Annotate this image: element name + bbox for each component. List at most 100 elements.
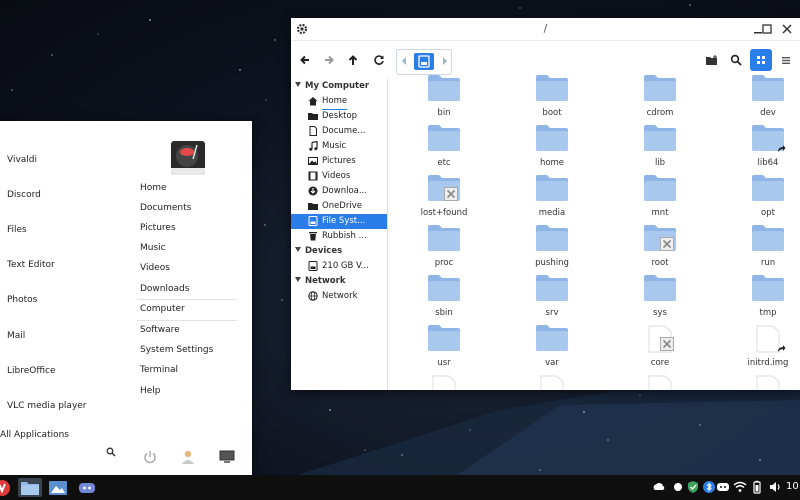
- folder-icon: [644, 275, 676, 301]
- sidebar-item-videos[interactable]: Videos: [291, 169, 387, 184]
- sidebar-item-label: Downloa...: [322, 186, 367, 196]
- system-settings[interactable]: System Settings: [140, 345, 213, 355]
- user-button[interactable]: [178, 447, 198, 467]
- app-files[interactable]: Files: [7, 225, 27, 235]
- file-item-partial[interactable]: [512, 375, 592, 390]
- file-item-partial[interactable]: [620, 375, 700, 390]
- place-documents[interactable]: Documents: [140, 203, 191, 213]
- sidebar-item-rubbish[interactable]: Rubbish ...: [291, 229, 387, 244]
- folder-icon: [752, 275, 784, 301]
- place-music[interactable]: Music: [140, 243, 166, 253]
- system-terminal[interactable]: Terminal: [140, 365, 178, 375]
- file-item-initrd-img[interactable]: initrd.img: [728, 325, 800, 375]
- discord-taskbar-button[interactable]: [77, 478, 97, 497]
- file-item-root[interactable]: root: [620, 225, 700, 275]
- sidebar-item-label: Home: [322, 94, 348, 110]
- bluetooth-icon[interactable]: [702, 480, 716, 494]
- file-item-var[interactable]: var: [512, 325, 592, 375]
- sidebar-section-network[interactable]: Network: [291, 274, 387, 289]
- file-item-partial[interactable]: [728, 375, 800, 390]
- up-button[interactable]: [343, 50, 363, 70]
- sidebar-item-desktop[interactable]: Desktop: [291, 109, 387, 124]
- app-vivaldi[interactable]: Vivaldi: [7, 155, 37, 165]
- reload-button[interactable]: [369, 50, 389, 70]
- window-titlebar[interactable]: /: [291, 18, 800, 41]
- file-item-sbin[interactable]: sbin: [404, 275, 484, 325]
- file-item-lib64[interactable]: lib64: [728, 125, 800, 175]
- search-icon[interactable]: [106, 447, 116, 460]
- file-item-opt[interactable]: opt: [728, 175, 800, 225]
- app-photos[interactable]: Photos: [7, 295, 37, 305]
- all-applications-button[interactable]: All Applications: [0, 430, 69, 440]
- app-vlc[interactable]: VLC media player: [7, 401, 87, 411]
- sidebar-item-file-system[interactable]: File Syst...: [291, 214, 387, 229]
- app-discord[interactable]: Discord: [7, 190, 41, 200]
- system-help[interactable]: Help: [140, 386, 161, 396]
- file-item-dev[interactable]: dev: [728, 75, 800, 125]
- sidebar-item-network[interactable]: Network: [291, 289, 387, 304]
- file-item-lost-found[interactable]: lost+found: [404, 175, 484, 225]
- place-pictures[interactable]: Pictures: [140, 223, 176, 233]
- sidebar-item-music[interactable]: Music: [291, 139, 387, 154]
- file-item-pushing[interactable]: pushing: [512, 225, 592, 275]
- sidebar-item-documents[interactable]: Docume...: [291, 124, 387, 139]
- discord-tray-icon[interactable]: [716, 480, 730, 494]
- vivaldi-taskbar-button[interactable]: [0, 478, 12, 497]
- battery-icon[interactable]: [750, 480, 764, 494]
- photos-taskbar-button[interactable]: [48, 478, 68, 497]
- sidebar-item-pictures[interactable]: Pictures: [291, 154, 387, 169]
- file-item-bin[interactable]: bin: [404, 75, 484, 125]
- record-tray-icon[interactable]: [671, 480, 685, 494]
- file-item-lib[interactable]: lib: [620, 125, 700, 175]
- clock[interactable]: 10: [786, 481, 799, 492]
- file-item-media[interactable]: media: [512, 175, 592, 225]
- file-item-etc[interactable]: etc: [404, 125, 484, 175]
- wifi-icon[interactable]: [733, 480, 747, 494]
- forward-button[interactable]: [319, 50, 339, 70]
- back-button[interactable]: [295, 50, 315, 70]
- app-mail[interactable]: Mail: [7, 331, 25, 341]
- file-item-boot[interactable]: boot: [512, 75, 592, 125]
- files-taskbar-button[interactable]: [18, 478, 42, 497]
- place-downloads[interactable]: Downloads: [140, 284, 189, 294]
- file-item-sys[interactable]: sys: [620, 275, 700, 325]
- no-access-icon: [444, 187, 458, 201]
- sidebar-item-label: OneDrive: [322, 201, 362, 211]
- file-item-core[interactable]: core: [620, 325, 700, 375]
- file-item-cdrom[interactable]: cdrom: [620, 75, 700, 125]
- file-item-partial[interactable]: [404, 375, 484, 390]
- volume-icon[interactable]: [768, 480, 782, 494]
- system-computer[interactable]: Computer: [140, 304, 185, 314]
- sidebar-item-onedrive[interactable]: OneDrive: [291, 199, 387, 214]
- cloud-tray-icon[interactable]: [652, 480, 666, 494]
- place-home[interactable]: Home: [140, 183, 167, 193]
- music-icon: [309, 141, 318, 151]
- sidebar-section-devices[interactable]: Devices: [291, 244, 387, 259]
- file-item-run[interactable]: run: [728, 225, 800, 275]
- sidebar-item-label: File Syst...: [322, 216, 366, 226]
- power-button[interactable]: [140, 447, 160, 467]
- file-item-proc[interactable]: proc: [404, 225, 484, 275]
- sidebar-item-home[interactable]: Home: [291, 94, 387, 110]
- sidebar-item-downloads[interactable]: Downloa...: [291, 184, 387, 199]
- sidebar-section-my-computer[interactable]: My Computer: [291, 79, 387, 94]
- file-item-tmp[interactable]: tmp: [728, 275, 800, 325]
- file-item-home[interactable]: home: [512, 125, 592, 175]
- file-item-srv[interactable]: srv: [512, 275, 592, 325]
- desktop-folder-icon: [308, 113, 318, 120]
- system-software[interactable]: Software: [140, 325, 180, 335]
- file-item-mnt[interactable]: mnt: [620, 175, 700, 225]
- file-item-label: lib64: [757, 158, 779, 168]
- file-item-label: sys: [653, 308, 667, 318]
- file-item-usr[interactable]: usr: [404, 325, 484, 375]
- app-libreoffice[interactable]: LibreOffice: [7, 366, 56, 376]
- file-item-label: bin: [437, 108, 451, 118]
- sidebar-item-volume[interactable]: 210 GB V...: [291, 259, 387, 274]
- maximize-button[interactable]: [755, 21, 772, 37]
- app-text-editor[interactable]: Text Editor: [7, 260, 55, 270]
- file-item-label: var: [545, 358, 559, 368]
- place-videos[interactable]: Videos: [140, 263, 170, 273]
- lock-screen-button[interactable]: [217, 447, 237, 467]
- close-button[interactable]: [779, 21, 795, 37]
- shield-tray-icon[interactable]: [686, 480, 700, 494]
